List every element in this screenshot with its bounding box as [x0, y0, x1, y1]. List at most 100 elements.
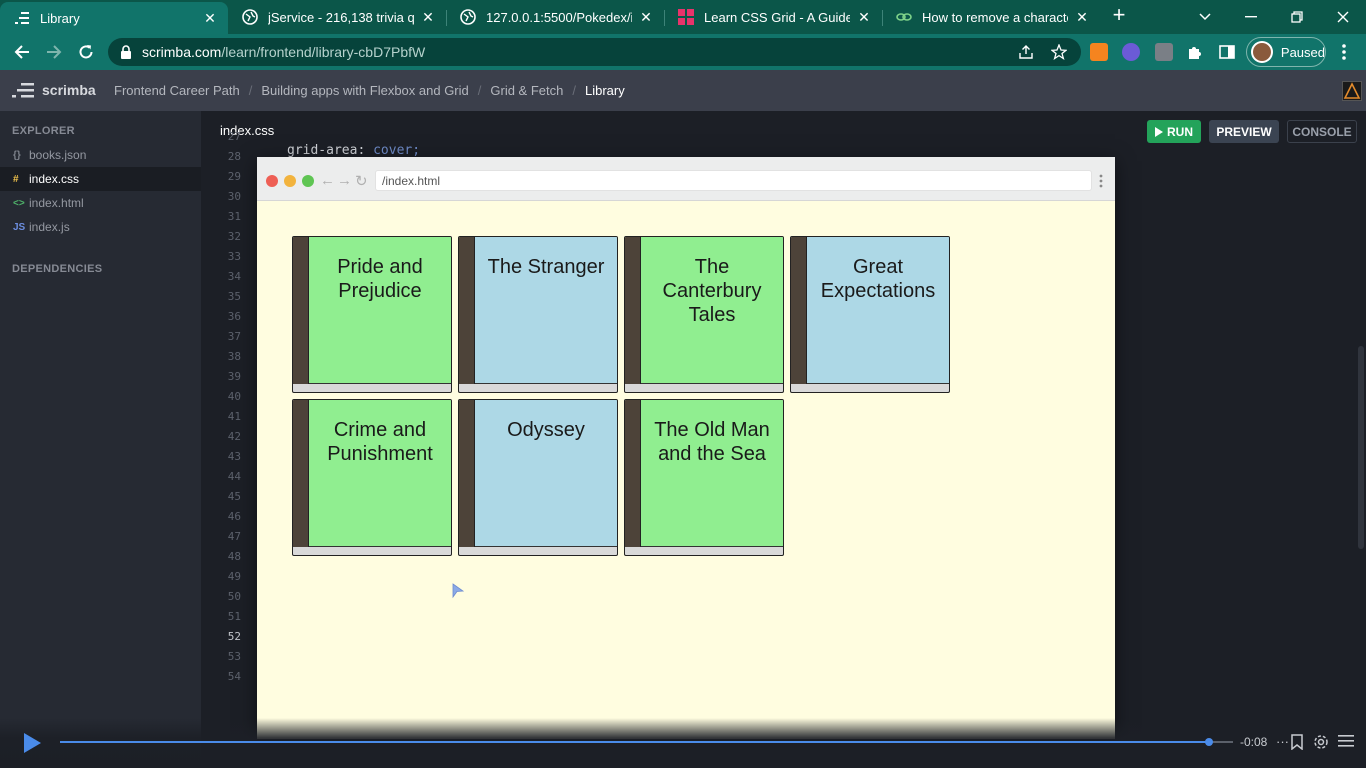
- book-card[interactable]: Crime and Punishment: [292, 399, 452, 556]
- console-button[interactable]: CONSOLE: [1287, 120, 1357, 143]
- editor-scrollbar[interactable]: [1358, 346, 1364, 549]
- line-number: 31: [227, 210, 241, 223]
- restore-icon[interactable]: [1274, 0, 1320, 34]
- extensions-puzzle-icon[interactable]: [1186, 43, 1204, 61]
- bookmark-icon[interactable]: [1290, 734, 1306, 751]
- line-number: 45: [227, 490, 241, 503]
- scrimba-logo[interactable]: scrimba: [12, 82, 96, 98]
- forward-arrow-icon[interactable]: [41, 39, 67, 65]
- chat-extension-icon[interactable]: [1122, 43, 1140, 61]
- code-value: cover;: [373, 143, 421, 157]
- file-explorer: EXPLORER {} books.json # index.css <> in…: [0, 111, 201, 768]
- tab-divider: [446, 10, 447, 26]
- line-number: 53: [227, 650, 241, 663]
- tab-search-chevron-icon[interactable]: [1182, 0, 1228, 34]
- metamask-extension-icon[interactable]: [1090, 43, 1108, 61]
- minimize-icon[interactable]: [1228, 0, 1274, 34]
- line-number: 43: [227, 450, 241, 463]
- book-title: The Old Man and the Sea: [654, 419, 770, 465]
- console-label: CONSOLE: [1292, 124, 1352, 139]
- book-card[interactable]: Odyssey: [458, 399, 618, 556]
- close-tab-icon[interactable]: ✕: [202, 10, 218, 26]
- breadcrumb-item[interactable]: Building apps with Flexbox and Grid: [261, 83, 468, 98]
- breadcrumb-current: Library: [584, 83, 625, 98]
- book-card[interactable]: Pride and Prejudice: [292, 236, 452, 393]
- line-number: 48: [227, 550, 241, 563]
- line-number: 32: [227, 230, 241, 243]
- tab-title: jService - 216,138 trivia quest: [268, 9, 414, 25]
- close-dot-icon[interactable]: [266, 175, 278, 187]
- line-number: 36: [227, 310, 241, 323]
- mouse-cursor-icon: [452, 583, 465, 599]
- book-cover: The Old Man and the Sea: [641, 400, 783, 547]
- book-title: The Stranger: [487, 256, 605, 278]
- file-item-books-json[interactable]: {} books.json: [0, 143, 201, 167]
- new-tab-icon[interactable]: +: [1108, 4, 1130, 27]
- book-cover: The Stranger: [475, 237, 617, 384]
- bookmark-star-icon[interactable]: [1050, 43, 1068, 61]
- preview-address-field[interactable]: /index.html: [375, 170, 1092, 191]
- minimize-dot-icon[interactable]: [284, 175, 296, 187]
- browser-tab-jservice[interactable]: jService - 216,138 trivia quest ✕: [228, 0, 446, 34]
- line-number: 39: [227, 370, 241, 383]
- close-tab-icon[interactable]: ✕: [1074, 9, 1090, 25]
- line-number: 38: [227, 350, 241, 363]
- book-card[interactable]: The Canterbury Tales: [624, 236, 784, 393]
- progress-handle[interactable]: [1205, 738, 1213, 746]
- breadcrumb-item[interactable]: Grid & Fetch: [490, 83, 563, 98]
- browser-tab-library[interactable]: Library ✕: [0, 2, 228, 34]
- book-cover: Pride and Prejudice: [309, 237, 451, 384]
- close-window-icon[interactable]: [1320, 0, 1366, 34]
- profile-button[interactable]: Paused: [1246, 37, 1326, 67]
- close-tab-icon[interactable]: ✕: [856, 9, 872, 25]
- book-title: Pride and Prejudice: [337, 256, 423, 302]
- breadcrumb-item[interactable]: Frontend Career Path: [114, 83, 240, 98]
- book-card[interactable]: The Old Man and the Sea: [624, 399, 784, 556]
- book-spine: [293, 400, 309, 547]
- close-tab-icon[interactable]: ✕: [638, 9, 654, 25]
- line-number: 50: [227, 590, 241, 603]
- preview-menu-icon[interactable]: [1099, 174, 1103, 188]
- preview-forward-icon[interactable]: →: [337, 172, 352, 189]
- address-bar[interactable]: scrimba.com/learn/frontend/library-cbD7P…: [108, 38, 1081, 66]
- file-name: index.html: [29, 196, 84, 210]
- settings-gear-icon[interactable]: [1313, 734, 1329, 750]
- playback-bar: -0:08 ···: [0, 718, 1366, 768]
- browser-tab-pokedex[interactable]: 127.0.0.1:5500/Pokedex/inde ✕: [446, 0, 664, 34]
- dependencies-heading[interactable]: DEPENDENCIES: [12, 263, 102, 275]
- book-card[interactable]: Great Expectations: [790, 236, 950, 393]
- browser-menu-icon[interactable]: [1336, 42, 1352, 62]
- brand-name: scrimba: [42, 82, 96, 98]
- maximize-dot-icon[interactable]: [302, 175, 314, 187]
- file-item-index-js[interactable]: JS index.js: [0, 215, 201, 239]
- menu-lines-icon[interactable]: [1338, 734, 1354, 750]
- side-panel-icon[interactable]: [1218, 43, 1236, 61]
- preview-back-icon[interactable]: ←: [320, 172, 335, 189]
- scrimba-favicon-icon: [14, 10, 30, 26]
- back-arrow-icon[interactable]: [9, 39, 35, 65]
- book-card[interactable]: The Stranger: [458, 236, 618, 393]
- book-title: Crime and Punishment: [327, 419, 433, 465]
- book-grid: Pride and Prejudice The Stranger The Cante…: [292, 236, 950, 556]
- progress-track[interactable]: [60, 741, 1210, 743]
- time-remaining: -0:08: [1240, 735, 1268, 749]
- address-url: scrimba.com/learn/frontend/library-cbD7P…: [142, 44, 425, 60]
- play-icon[interactable]: [22, 732, 42, 754]
- code-line[interactable]: grid-area: cover;: [287, 143, 420, 157]
- preview-label: PREVIEW: [1216, 124, 1272, 139]
- reload-icon[interactable]: [73, 39, 99, 65]
- run-button[interactable]: RUN: [1147, 120, 1201, 143]
- close-tab-icon[interactable]: ✕: [420, 9, 436, 25]
- preview-button[interactable]: PREVIEW: [1209, 120, 1279, 143]
- breadcrumb-separator: /: [477, 83, 482, 98]
- screenshot-extension-icon[interactable]: [1155, 43, 1173, 61]
- file-item-index-html[interactable]: <> index.html: [0, 191, 201, 215]
- file-item-index-css[interactable]: # index.css: [0, 167, 201, 191]
- browser-tab-css-grid[interactable]: Learn CSS Grid - A Guide to L ✕: [664, 0, 882, 34]
- user-avatar-icon[interactable]: [1342, 81, 1362, 101]
- share-icon[interactable]: [1018, 44, 1034, 60]
- line-number: 35: [227, 290, 241, 303]
- browser-tab-remove-character[interactable]: How to remove a character fr ✕: [882, 0, 1100, 34]
- css-file-icon: #: [13, 173, 19, 185]
- preview-reload-icon[interactable]: ↻: [355, 172, 368, 190]
